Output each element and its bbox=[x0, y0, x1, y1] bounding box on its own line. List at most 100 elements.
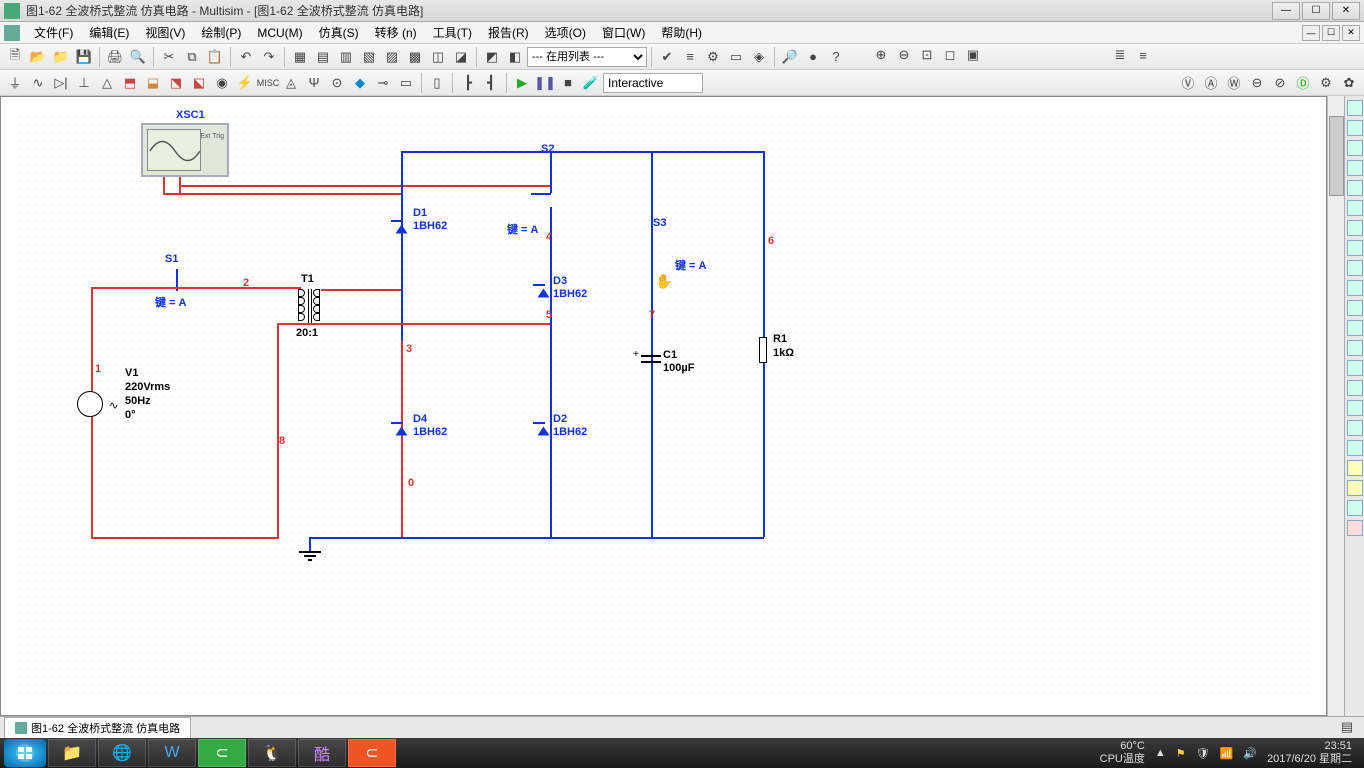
menu-window[interactable]: 窗口(W) bbox=[594, 22, 653, 43]
mcu-wizard-button[interactable]: ◧ bbox=[504, 46, 526, 68]
explorer-taskbtn[interactable]: 📁 bbox=[48, 739, 96, 767]
schematic-canvas[interactable]: XSC1 Ext Trig S2 bbox=[0, 96, 1327, 716]
close-button[interactable]: ✕ bbox=[1332, 2, 1360, 20]
freq-counter-icon[interactable] bbox=[1347, 220, 1363, 236]
run-button[interactable]: ▶ bbox=[511, 72, 533, 94]
transistor-icon[interactable]: ⊥ bbox=[73, 72, 95, 94]
spectrum-icon[interactable] bbox=[1347, 340, 1363, 356]
probe-red-icon[interactable] bbox=[1347, 520, 1363, 536]
probe-ref-icon[interactable]: ⊘ bbox=[1269, 72, 1291, 94]
open-sample-button[interactable]: 📁 bbox=[50, 46, 72, 68]
source-v1[interactable] bbox=[77, 391, 103, 417]
current-clamp-icon[interactable] bbox=[1347, 500, 1363, 516]
multimeter-icon[interactable] bbox=[1347, 100, 1363, 116]
bode-plotter-icon[interactable] bbox=[1347, 200, 1363, 216]
spreadsheet-button[interactable]: ▤ bbox=[312, 46, 334, 68]
4ch-scope-icon[interactable] bbox=[1347, 180, 1363, 196]
layout-2-button[interactable]: ≡ bbox=[1132, 44, 1154, 66]
tray-up-icon[interactable]: ▲ bbox=[1155, 747, 1166, 759]
diode-icon[interactable]: ▷| bbox=[50, 72, 72, 94]
misc-digital-icon[interactable]: ⬔ bbox=[165, 72, 187, 94]
pause-button[interactable]: ❚❚ bbox=[534, 72, 556, 94]
tray-volume-icon[interactable]: 🔊 bbox=[1243, 747, 1257, 760]
in-use-list-select[interactable]: --- 在用列表 --- bbox=[527, 47, 647, 67]
probe-settings-icon[interactable]: ⚙ bbox=[1315, 72, 1337, 94]
menu-transfer[interactable]: 转移 (n) bbox=[367, 22, 425, 43]
analysis-icon[interactable]: 🧪 bbox=[580, 72, 602, 94]
electromech-icon[interactable]: ⊙ bbox=[326, 72, 348, 94]
minimize-button[interactable]: — bbox=[1272, 2, 1300, 20]
parent-sheet-button[interactable]: ▩ bbox=[404, 46, 426, 68]
start-button[interactable] bbox=[4, 739, 46, 767]
probe-diff-icon[interactable]: ⊖ bbox=[1246, 72, 1268, 94]
app3-taskbtn[interactable]: ⊂ bbox=[348, 739, 396, 767]
menu-tools[interactable]: 工具(T) bbox=[425, 22, 480, 43]
menu-view[interactable]: 视图(V) bbox=[137, 22, 193, 43]
agilent-scope-icon[interactable] bbox=[1347, 420, 1363, 436]
mdi-minimize-button[interactable]: — bbox=[1302, 25, 1320, 41]
menu-mcu[interactable]: MCU(M) bbox=[249, 24, 310, 42]
maximize-button[interactable]: ☐ bbox=[1302, 2, 1330, 20]
menu-reports[interactable]: 报告(R) bbox=[480, 22, 537, 43]
design-toolbox-button[interactable]: ▦ bbox=[289, 46, 311, 68]
postproc-button[interactable]: ▨ bbox=[381, 46, 403, 68]
analog-icon[interactable]: △ bbox=[96, 72, 118, 94]
resistor-icon[interactable]: ∿ bbox=[27, 72, 49, 94]
mdi-restore-button[interactable]: ☐ bbox=[1322, 25, 1340, 41]
tray-network-icon[interactable]: 📶 bbox=[1220, 747, 1234, 760]
labview-1-icon[interactable] bbox=[1347, 460, 1363, 476]
power-icon[interactable]: ⚡ bbox=[234, 72, 256, 94]
ground-icon[interactable]: ⏚ bbox=[4, 72, 26, 94]
probe-options-icon[interactable]: ✿ bbox=[1338, 72, 1360, 94]
open-button[interactable]: 📂 bbox=[27, 46, 49, 68]
logic-analyzer-icon[interactable] bbox=[1347, 260, 1363, 276]
find-button[interactable]: 🔎 bbox=[779, 46, 801, 68]
goto-button[interactable]: ● bbox=[802, 46, 824, 68]
probe-d-icon[interactable]: Ⓓ bbox=[1292, 72, 1314, 94]
word-gen-icon[interactable] bbox=[1347, 240, 1363, 256]
tek-scope-icon[interactable] bbox=[1347, 440, 1363, 456]
database-button[interactable]: ▭ bbox=[725, 46, 747, 68]
vertical-scrollbar[interactable] bbox=[1327, 96, 1344, 716]
menu-place[interactable]: 绘制(P) bbox=[193, 22, 249, 43]
distortion-icon[interactable] bbox=[1347, 320, 1363, 336]
zoom-in-button[interactable]: ⊕ bbox=[870, 44, 892, 66]
app2-taskbtn[interactable]: 酷 bbox=[298, 739, 346, 767]
db-manager-button[interactable]: ▥ bbox=[335, 46, 357, 68]
indicator-icon[interactable]: ◉ bbox=[211, 72, 233, 94]
advanced-icon[interactable]: ◬ bbox=[280, 72, 302, 94]
erc-button[interactable]: ✔ bbox=[656, 46, 678, 68]
wattmeter-icon[interactable] bbox=[1347, 140, 1363, 156]
logic-converter-icon[interactable] bbox=[1347, 280, 1363, 296]
grapher-button[interactable]: ▧ bbox=[358, 46, 380, 68]
menu-edit[interactable]: 编辑(E) bbox=[81, 22, 137, 43]
variant-button[interactable]: ◈ bbox=[748, 46, 770, 68]
rf-icon[interactable]: Ψ bbox=[303, 72, 325, 94]
print-button[interactable]: 🖨 bbox=[104, 46, 126, 68]
mdi-close-button[interactable]: ✕ bbox=[1342, 25, 1360, 41]
tray-flag-icon[interactable]: ⚑ bbox=[1176, 747, 1186, 760]
back-annotate-button[interactable]: ◫ bbox=[427, 46, 449, 68]
agilent-fg-icon[interactable] bbox=[1347, 380, 1363, 396]
copy-button[interactable]: ⧉ bbox=[181, 46, 203, 68]
word-taskbtn[interactable]: W bbox=[148, 739, 196, 767]
zoom-area-button[interactable]: ⊡ bbox=[916, 44, 938, 66]
simulation-mode-input[interactable] bbox=[603, 73, 703, 93]
qq-taskbtn[interactable]: 🐧 bbox=[248, 739, 296, 767]
mcu-icon[interactable]: ▭ bbox=[395, 72, 417, 94]
layout-1-button[interactable]: ≣ bbox=[1109, 44, 1131, 66]
clock-time[interactable]: 23:51 bbox=[1324, 740, 1352, 753]
cut-button[interactable]: ✂ bbox=[158, 46, 180, 68]
paste-button[interactable]: 📋 bbox=[204, 46, 226, 68]
redo-button[interactable]: ↷ bbox=[258, 46, 280, 68]
connector-icon[interactable]: ⊸ bbox=[372, 72, 394, 94]
ttl-icon[interactable]: ⬒ bbox=[119, 72, 141, 94]
ie-taskbtn[interactable]: 🌐 bbox=[98, 739, 146, 767]
iv-analyzer-icon[interactable] bbox=[1347, 300, 1363, 316]
stop-button[interactable]: ■ bbox=[557, 72, 579, 94]
app1-taskbtn[interactable]: ⊂ bbox=[198, 739, 246, 767]
hierarchy-icon[interactable]: ▯ bbox=[426, 72, 448, 94]
ni-icon[interactable]: ◆ bbox=[349, 72, 371, 94]
network-icon[interactable] bbox=[1347, 360, 1363, 376]
menu-options[interactable]: 选项(O) bbox=[537, 22, 594, 43]
